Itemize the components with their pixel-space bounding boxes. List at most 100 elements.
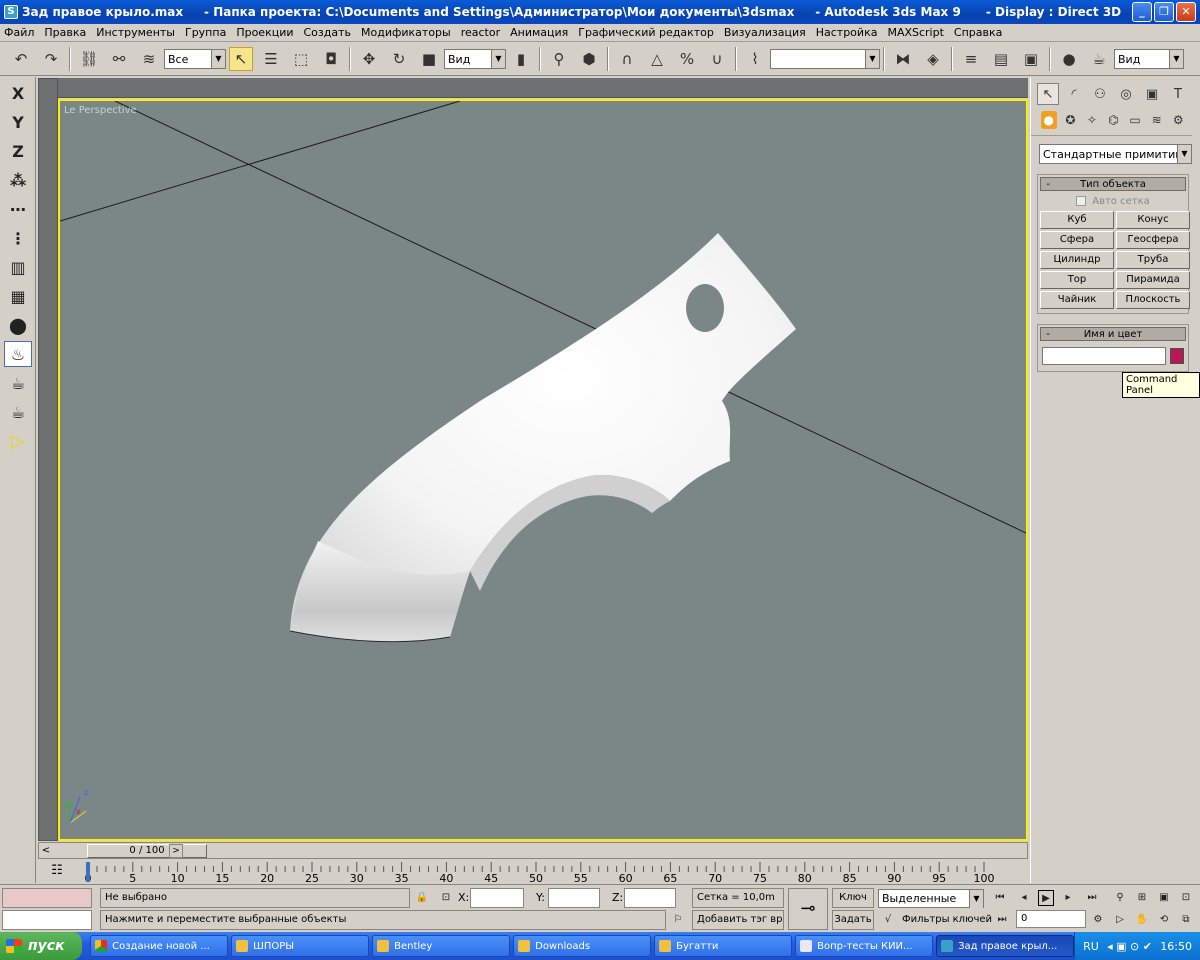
next-frame-icon[interactable]: ▸ [1060, 890, 1076, 906]
redo-icon[interactable]: ↷ [39, 47, 63, 71]
lights-icon[interactable]: ✧ [1084, 111, 1100, 129]
name-and-color-header[interactable]: - Имя и цвет [1040, 327, 1186, 341]
arc-rotate-icon[interactable]: ⟲ [1156, 912, 1172, 928]
material-icon[interactable]: ⬤ [4, 312, 32, 338]
motion-tab-icon[interactable]: ◎ [1115, 83, 1137, 105]
menu-modifiers[interactable]: Модификаторы [361, 26, 451, 39]
named-selection-dropdown[interactable]: ▼ [770, 49, 880, 69]
task-folder-bugatti[interactable]: Бугатти [654, 935, 793, 957]
clock[interactable]: 16:50 [1160, 940, 1192, 953]
3dsmax-app-icon[interactable]: S [4, 5, 18, 19]
task-word-document[interactable]: Вопр-тесты КИИ... [795, 935, 934, 957]
snaps-toggle-icon[interactable]: ∩ [615, 47, 639, 71]
time-config-icon[interactable]: ⚙ [1090, 912, 1106, 928]
zoom-extents-all-icon[interactable]: ⊡ [1178, 890, 1194, 906]
mini-curve-editor-icon[interactable]: ☷ [46, 863, 68, 881]
restrict-y-button[interactable]: Y [4, 109, 32, 135]
tray-icons[interactable]: ◂ ▣ ⊙ ✔ [1107, 940, 1152, 953]
menu-views[interactable]: Проекции [236, 26, 293, 39]
menu-maxscript[interactable]: MAXScript [887, 26, 943, 39]
snapshot-icon[interactable]: ▥ [4, 254, 32, 280]
autogrid-checkbox[interactable]: Авто сетка [1038, 193, 1188, 209]
angle-snap-icon[interactable]: △ [645, 47, 669, 71]
menu-create[interactable]: Создать [304, 26, 352, 39]
set-key-button[interactable]: Задать [832, 910, 874, 930]
create-tab-icon[interactable]: ↖ [1037, 83, 1059, 105]
time-slider-right-arrow[interactable]: > [169, 844, 183, 858]
lock-selection-icon[interactable]: 🔒 [414, 890, 430, 906]
menu-graph-editors[interactable]: Графический редактор [578, 26, 714, 39]
add-time-tag-icon[interactable]: ⚐ [670, 912, 686, 928]
absolute-mode-icon[interactable]: ⊡ [438, 890, 454, 906]
current-frame-marker[interactable] [86, 862, 90, 882]
unlink-icon[interactable]: ⚯ [107, 47, 131, 71]
maxscript-listener-pink[interactable] [2, 888, 92, 908]
systems-icon[interactable]: ⚙ [1170, 111, 1186, 129]
pan-view-icon[interactable]: ✋ [1134, 912, 1150, 928]
auto-key-button[interactable]: Ключ [832, 888, 874, 908]
box-button[interactable]: Куб [1040, 211, 1114, 229]
time-slider-left-arrow[interactable]: < [39, 844, 53, 858]
teapot-button[interactable]: Чайник [1040, 291, 1114, 309]
object-name-input[interactable] [1042, 347, 1166, 365]
particle-system-icon[interactable]: ⁂ [4, 167, 32, 193]
render-scene-icon[interactable]: ☕ [1087, 47, 1111, 71]
space-warps-icon[interactable]: ≋ [1149, 111, 1165, 129]
plane-button[interactable]: Плоскость [1116, 291, 1190, 309]
play-icon[interactable]: ▷ [4, 428, 32, 454]
go-to-start-icon[interactable]: ⏮ [992, 890, 1008, 906]
start-button[interactable]: пуск [0, 932, 83, 960]
restrict-z-button[interactable]: Z [4, 138, 32, 164]
cylinder-button[interactable]: Цилиндр [1040, 251, 1114, 269]
selection-filter-dropdown[interactable]: Все ▼ [164, 49, 226, 69]
zoom-all-icon[interactable]: ⊞ [1134, 890, 1150, 906]
pyramid-button[interactable]: Пирамида [1116, 271, 1190, 289]
array-icon[interactable]: ⋯ [4, 196, 32, 222]
menu-rendering[interactable]: Визуализация [724, 26, 806, 39]
menu-group[interactable]: Группа [185, 26, 226, 39]
x-coordinate-input[interactable] [470, 888, 524, 908]
align-icon[interactable]: ◈ [921, 47, 945, 71]
sphere-button[interactable]: Сфера [1040, 231, 1114, 249]
primitive-category-dropdown[interactable]: Стандартные примитивы ▼ [1039, 144, 1192, 164]
cameras-icon[interactable]: ⌬ [1106, 111, 1122, 129]
current-frame-input[interactable]: 0 [1016, 910, 1086, 928]
key-mode-toggle-icon[interactable]: ⏭ [994, 912, 1010, 928]
menu-file[interactable]: Файл [4, 26, 34, 39]
teapot-quick-render-icon[interactable]: ☕ [4, 399, 32, 425]
window-crossing-icon[interactable]: ◘ [319, 47, 343, 71]
z-coordinate-input[interactable] [624, 888, 676, 908]
restrict-x-button[interactable]: X [4, 80, 32, 106]
previous-frame-icon[interactable]: ◂ [1016, 890, 1032, 906]
field-of-view-icon[interactable]: ▷ [1112, 912, 1128, 928]
select-manipulate-icon[interactable]: ⚲ [547, 47, 571, 71]
spinner-snap-icon[interactable]: ∪ [705, 47, 729, 71]
schematic-view-icon[interactable]: ▣ [1019, 47, 1043, 71]
maxscript-listener-white[interactable] [2, 910, 92, 930]
shapes-icon[interactable]: ✪ [1063, 111, 1079, 129]
menu-animation[interactable]: Анимация [510, 26, 568, 39]
select-and-scale-icon[interactable]: ■ [417, 47, 441, 71]
menu-edit[interactable]: Правка [44, 26, 86, 39]
tube-button[interactable]: Труба [1116, 251, 1190, 269]
select-by-name-icon[interactable]: ☰ [259, 47, 283, 71]
task-folder-shpory[interactable]: ШПОРЫ [231, 935, 370, 957]
render-view-dropdown[interactable]: Вид ▼ [1114, 49, 1184, 69]
undo-icon[interactable]: ↶ [9, 47, 33, 71]
close-button[interactable]: ✕ [1176, 2, 1196, 22]
zoom-icon[interactable]: ⚲ [1112, 890, 1128, 906]
percent-snap-icon[interactable]: % [675, 47, 699, 71]
task-folder-bentley[interactable]: Bentley [372, 935, 511, 957]
spacing-tool-icon[interactable]: ▦ [4, 283, 32, 309]
geosphere-button[interactable]: Геосфера [1116, 231, 1190, 249]
key-filters-button[interactable]: Фильтры ключей [902, 910, 992, 930]
time-slider[interactable]: < 0 / 100 > [38, 842, 1028, 859]
language-indicator[interactable]: RU [1083, 940, 1099, 953]
geometry-icon[interactable]: ● [1041, 111, 1057, 129]
select-and-rotate-icon[interactable]: ↻ [387, 47, 411, 71]
key-filter-icon[interactable]: √ [880, 912, 896, 928]
pivot-center-icon[interactable]: ▮ [509, 47, 533, 71]
hierarchy-tab-icon[interactable]: ⚇ [1089, 83, 1111, 105]
add-time-tag-button[interactable]: Добавить тэг врем [692, 910, 784, 930]
torus-button[interactable]: Тор [1040, 271, 1114, 289]
